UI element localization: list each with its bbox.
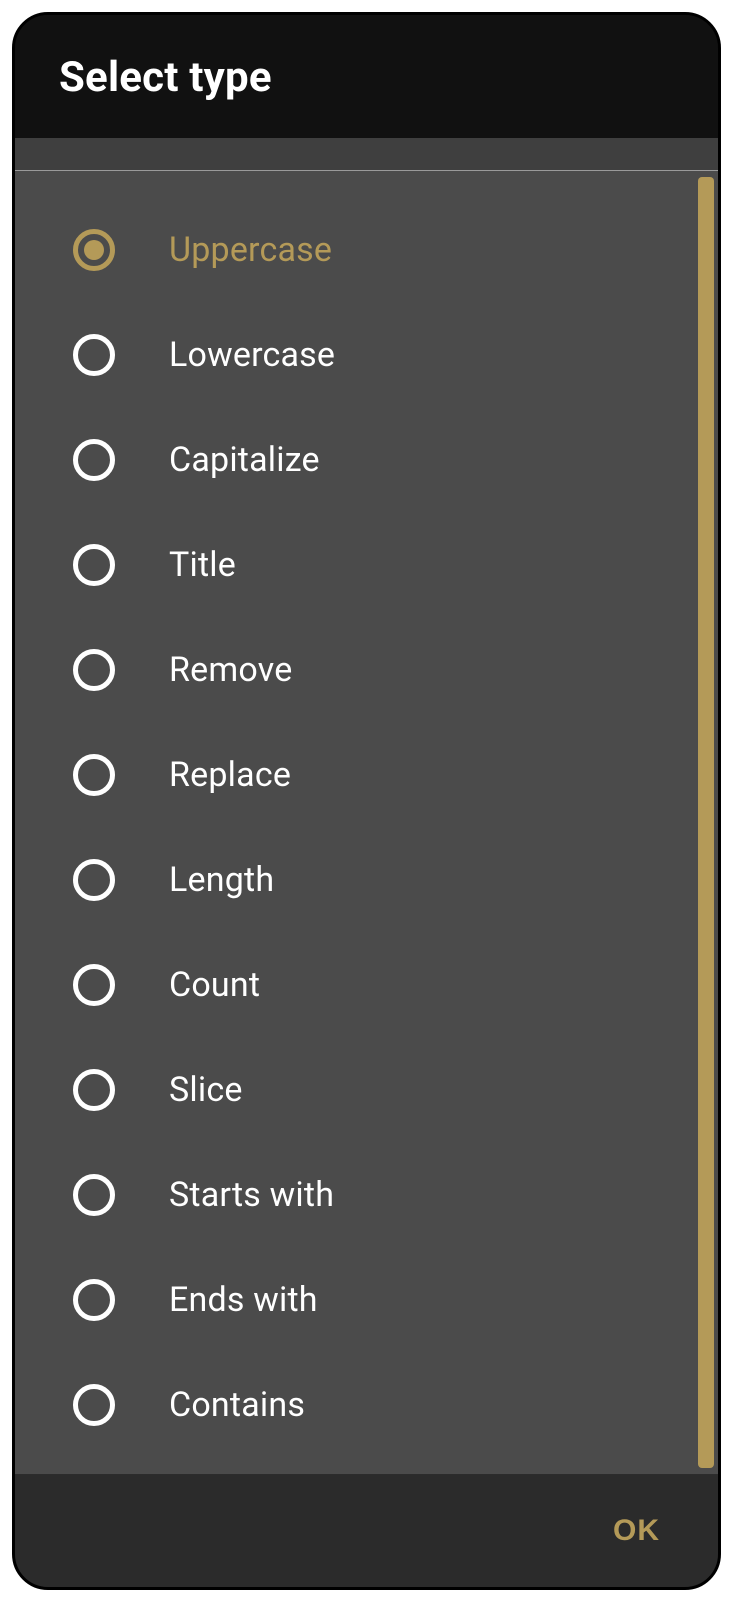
radio-icon[interactable] [73,964,115,1006]
header-shadow [15,138,718,170]
option-label: Slice [169,1070,243,1110]
option-label: Count [169,965,260,1005]
radio-icon[interactable] [73,1384,115,1426]
option-label: Remove [169,650,292,690]
scrollbar-thumb[interactable] [698,177,714,1468]
dialog-title: Select type [59,53,674,102]
option-row[interactable]: Capitalize [15,407,718,512]
option-label: Length [169,860,274,900]
option-row[interactable]: Replace [15,722,718,827]
radio-icon[interactable] [73,754,115,796]
options-list[interactable]: Uppercase Lowercase Capitalize Title Remove R… [15,171,718,1461]
option-label: Contains [169,1385,305,1425]
option-row[interactable]: Slice [15,1037,718,1142]
radio-icon[interactable] [73,1174,115,1216]
radio-icon[interactable] [73,859,115,901]
option-row[interactable]: Starts with [15,1142,718,1247]
option-row[interactable]: Ends with [15,1247,718,1352]
radio-icon[interactable] [73,334,115,376]
option-label: Capitalize [169,440,320,480]
radio-selected-icon[interactable] [73,229,115,271]
ok-button[interactable]: OK [613,1514,660,1548]
option-row[interactable]: Count [15,932,718,1037]
option-row[interactable]: Contains [15,1352,718,1457]
radio-icon[interactable] [73,649,115,691]
radio-icon[interactable] [73,1279,115,1321]
dialog-header: Select type [15,15,718,138]
option-label: Starts with [169,1175,334,1215]
option-row[interactable]: Uppercase [15,197,718,302]
option-row[interactable]: Length [15,827,718,932]
option-row[interactable]: Remove [15,617,718,722]
radio-icon[interactable] [73,1069,115,1111]
option-label: Title [169,545,236,585]
options-list-container: Uppercase Lowercase Capitalize Title Remove R… [15,170,718,1475]
option-label: Uppercase [169,230,332,270]
option-label: Ends with [169,1280,318,1320]
option-row[interactable]: Lowercase [15,302,718,407]
radio-icon[interactable] [73,439,115,481]
dialog-footer: OK [15,1475,718,1587]
radio-icon[interactable] [73,544,115,586]
option-label: Replace [169,755,291,795]
dialog: Select type Uppercase Lowercase Capitalize… [12,12,721,1590]
option-label: Lowercase [169,335,335,375]
option-row[interactable]: Title [15,512,718,617]
